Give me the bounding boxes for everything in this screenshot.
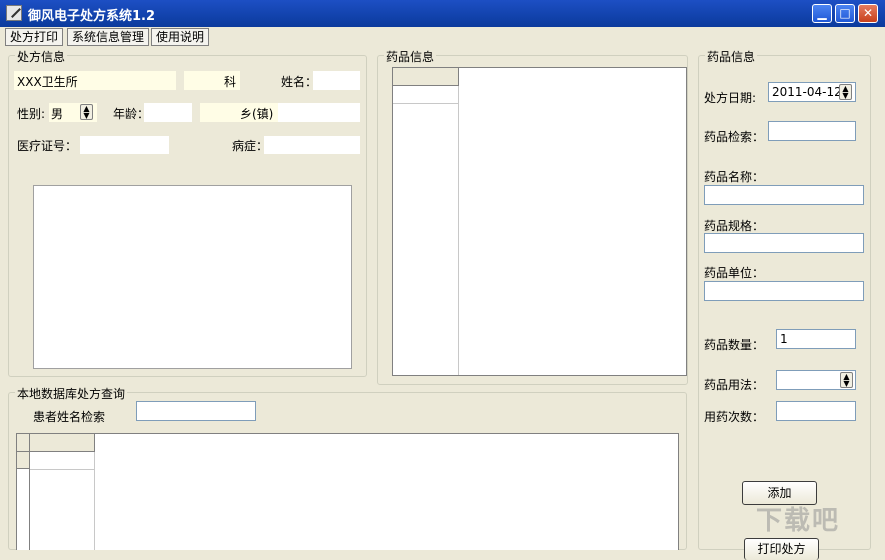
date-spin-icon[interactable]: ▲ ▼ bbox=[839, 84, 852, 100]
drug-times-label: 用药次数： bbox=[704, 410, 765, 424]
watermark-logo: 下载吧 bbox=[756, 506, 841, 536]
town-field[interactable]: 乡(镇) bbox=[200, 103, 278, 122]
grid-column-line bbox=[94, 452, 95, 550]
drug-unit-label: 药品单位： bbox=[704, 266, 765, 280]
minimize-button[interactable]: ▁ bbox=[812, 4, 832, 23]
tab-prescription-print[interactable]: 处方打印 bbox=[5, 28, 64, 46]
name-label: 姓名： bbox=[281, 75, 318, 89]
app-icon bbox=[6, 5, 22, 21]
drug-qty-input[interactable]: 1 bbox=[776, 329, 856, 349]
patient-search-input[interactable] bbox=[136, 401, 256, 421]
gender-value: 男 bbox=[51, 107, 64, 121]
date-value: 2011-04-12 bbox=[772, 85, 842, 99]
name-field[interactable] bbox=[313, 71, 360, 90]
grid-corner-header bbox=[393, 68, 459, 86]
gender-spin-icon[interactable]: ▲ ▼ bbox=[80, 104, 93, 120]
drug-usage-label: 药品用法： bbox=[704, 378, 765, 392]
drug-spec-input[interactable] bbox=[704, 233, 864, 253]
prescription-notes-box[interactable] bbox=[33, 185, 352, 369]
drug-times-input[interactable] bbox=[776, 401, 856, 421]
clinic-value: XXX卫生所 bbox=[17, 75, 78, 89]
close-button[interactable]: ✕ bbox=[858, 4, 878, 23]
drug-search-label: 药品检索： bbox=[704, 130, 765, 144]
drug-name-label: 药品名称： bbox=[704, 170, 765, 184]
patient-search-label: 患者姓名检索 bbox=[33, 410, 106, 424]
department-field[interactable]: 科 bbox=[184, 71, 240, 90]
window-title: 御风电子处方系统1.2 bbox=[28, 9, 156, 24]
group-title: 药品信息 bbox=[705, 48, 758, 65]
grid-row-line bbox=[30, 469, 95, 470]
disease-label: 病症： bbox=[232, 139, 269, 153]
date-label: 处方日期: bbox=[704, 91, 757, 105]
drug-search-input[interactable] bbox=[768, 121, 856, 141]
print-prescription-button[interactable]: 打印处方 bbox=[744, 538, 819, 560]
group-title: 药品信息 bbox=[384, 48, 437, 65]
medical-card-field[interactable] bbox=[80, 136, 169, 154]
maximize-button[interactable]: □ bbox=[835, 4, 855, 23]
grid-corner-header bbox=[17, 434, 30, 452]
gender-label: 性别: bbox=[17, 107, 46, 121]
age-field[interactable] bbox=[144, 103, 192, 122]
tab-system-info[interactable]: 系统信息管理 bbox=[67, 28, 150, 46]
prescription-records-grid[interactable] bbox=[16, 433, 679, 550]
town-detail-field[interactable] bbox=[278, 103, 360, 122]
title-bar: 御风电子处方系统1.2 ▁ □ ✕ bbox=[0, 0, 885, 27]
grid-row-header bbox=[17, 452, 30, 469]
grid-row-header-line bbox=[29, 469, 30, 550]
tab-help[interactable]: 使用说明 bbox=[151, 28, 210, 46]
drug-qty-value: 1 bbox=[780, 332, 788, 346]
drug-unit-input[interactable] bbox=[704, 281, 864, 301]
drug-spec-label: 药品规格： bbox=[704, 219, 765, 233]
drug-name-input[interactable] bbox=[704, 185, 864, 205]
town-label: 乡(镇) bbox=[240, 107, 274, 121]
grid-column-header bbox=[30, 434, 95, 452]
usage-spin-icon[interactable]: ▲ ▼ bbox=[840, 372, 853, 388]
clinic-field[interactable]: XXX卫生所 bbox=[14, 71, 176, 90]
drug-list-grid[interactable] bbox=[392, 67, 687, 376]
menu-bar: 处方打印 系统信息管理 使用说明 bbox=[0, 27, 885, 47]
medical-card-label: 医疗证号： bbox=[17, 139, 78, 153]
grid-row-line bbox=[393, 103, 459, 104]
group-title: 处方信息 bbox=[15, 48, 68, 65]
group-title: 本地数据库处方查询 bbox=[15, 385, 128, 402]
drug-qty-label: 药品数量： bbox=[704, 338, 765, 352]
department-suffix: 科 bbox=[224, 75, 237, 89]
grid-column-line bbox=[458, 86, 459, 375]
disease-field[interactable] bbox=[264, 136, 360, 154]
